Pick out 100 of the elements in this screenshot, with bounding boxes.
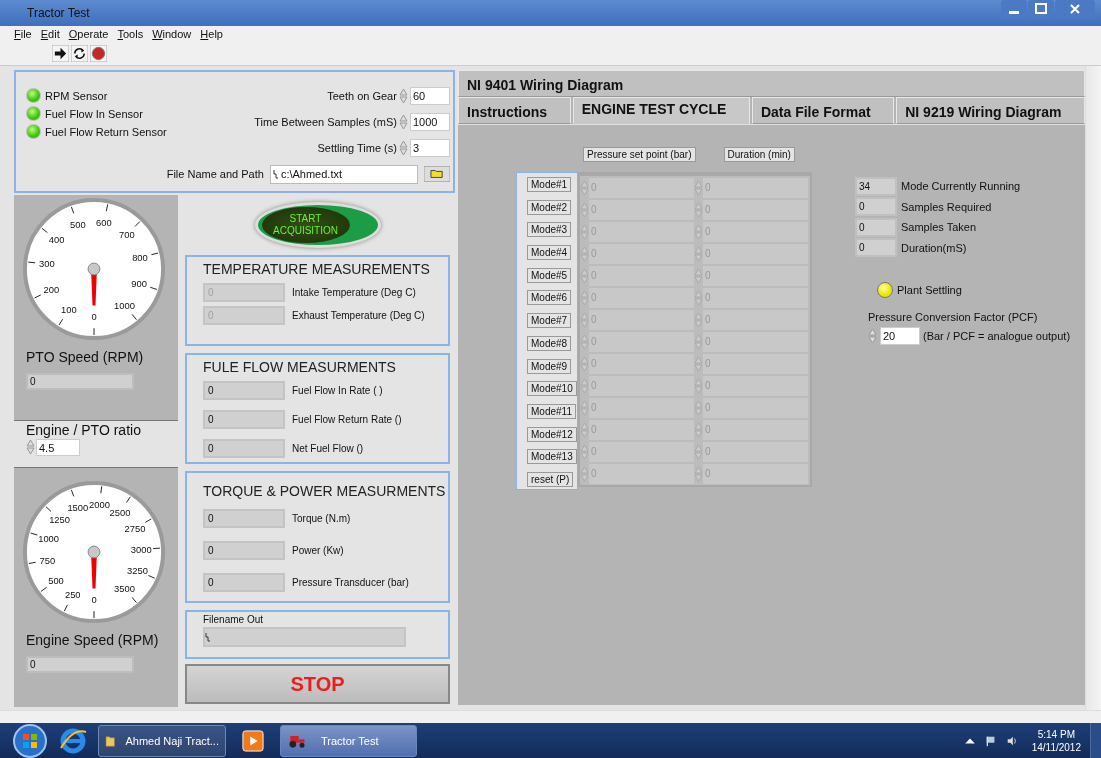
menu-item[interactable]: Help (200, 28, 223, 40)
field-label: Fuel Flow In Rate ( ) (292, 385, 383, 396)
scale-label: 0 (91, 594, 97, 605)
abort-icon[interactable] (90, 45, 107, 62)
menu-item[interactable]: File (14, 28, 32, 40)
path-field[interactable]: c:\Ahmed.txt (269, 164, 418, 184)
tab[interactable]: NI 9401 Wiring Diagram (458, 70, 1085, 97)
tab[interactable]: NI 9219 Wiring Diagram (896, 97, 1086, 124)
scale-label: 3250 (127, 566, 148, 577)
field-label: Filename Out (203, 614, 265, 625)
scale-label: 750 (39, 555, 56, 566)
group-title: TEMPERATURE MEASUREMENTS (203, 261, 431, 277)
field-label: Net Fuel Flow () (292, 443, 364, 454)
tab[interactable]: Data File Format (751, 97, 895, 124)
scale-label: 1000 (114, 300, 135, 311)
media-player-icon[interactable] (242, 730, 264, 752)
field-note: (Bar / PCF = analogue output) (923, 330, 1071, 342)
needle (87, 262, 101, 306)
readout-field: 0 (203, 509, 285, 528)
setting-label: Teeth on Gear (327, 90, 397, 102)
field-label: Samples Required (901, 200, 992, 213)
browser-icon[interactable] (58, 726, 88, 756)
scale-label: 2750 (124, 523, 146, 534)
field-label: Duration(mS) (901, 241, 967, 254)
field-label: Fuel Flow Return Rate () (292, 414, 402, 425)
flag-icon[interactable] (984, 735, 997, 747)
scale-label: 1500 (67, 502, 89, 513)
show-desktop-button[interactable] (1090, 723, 1101, 758)
start-orb-icon[interactable] (12, 723, 48, 758)
scale-label: 100 (61, 304, 77, 315)
field-label: Samples Taken (901, 221, 976, 234)
gauge-title: PTO Speed (RPM) (26, 349, 145, 365)
number-field[interactable]: 20 (880, 327, 920, 345)
clock[interactable]: 5:14 PM 14/11/2012 (1031, 728, 1081, 754)
horizontal-scrollbar[interactable] (0, 710, 1101, 723)
menu-item[interactable]: Tools (117, 28, 144, 40)
field-label: Exhaust Temperature (Deg C) (292, 310, 425, 321)
scale-label: 600 (96, 218, 112, 229)
folder-icon[interactable] (423, 166, 450, 182)
field-label: Pressure Conversion Factor (PCF) (868, 311, 1039, 323)
setting-label: Time Between Samples (mS) (254, 116, 397, 128)
readout-field: 0 (203, 381, 285, 400)
spin-buttons[interactable] (868, 327, 877, 345)
vertical-scrollbar[interactable] (1085, 66, 1101, 710)
field-label: Torque (N.m) (292, 513, 351, 524)
readout-field: 0 (26, 656, 134, 673)
menu-item[interactable]: Window (152, 28, 192, 40)
readout-field: 0 (855, 197, 897, 217)
needle (87, 545, 101, 589)
field-label: Power (Kw) (292, 545, 344, 556)
column-header-button[interactable]: Duration (min) (723, 147, 795, 162)
readout-field: 0 (203, 439, 285, 458)
readout-field: 0 (855, 238, 897, 258)
setting-label: File Name and Path (166, 168, 264, 180)
clock-time: 5:14 PM (1037, 728, 1075, 741)
scale-label: 200 (43, 285, 60, 296)
taskbar-button[interactable]: Ahmed Naji Tract... (98, 725, 226, 757)
group-title: FULE FLOW MEASURMENTS (203, 359, 397, 375)
path-icon (205, 632, 211, 642)
speaker-icon[interactable] (1005, 735, 1018, 747)
taskbar-button[interactable]: Tractor Test (280, 725, 417, 757)
menu-item[interactable]: Operate (68, 28, 109, 40)
sensor-label: Fuel Flow Return Sensor (45, 125, 167, 138)
scale-label: 0 (91, 311, 97, 322)
window-title: Tractor Test (27, 6, 90, 20)
start-acquisition-button[interactable]: START ACQUISITION (254, 202, 381, 248)
readout-field: 34 (855, 176, 897, 196)
readout-field: 0 (855, 217, 897, 237)
field-label: Pressure Transducer (bar) (292, 577, 409, 588)
group-title: TORQUE & POWER MEASURMENTS (203, 483, 447, 499)
readout-field: 0 (203, 573, 285, 592)
tab[interactable]: ENGINE TEST CYCLE (572, 97, 750, 124)
field-label: Mode Currently Running (901, 180, 1021, 193)
scale-label: 3000 (130, 544, 152, 555)
readout-field: 0 (203, 410, 285, 429)
scale-label: 500 (70, 219, 86, 230)
number-field[interactable]: 60 (409, 87, 450, 105)
tab[interactable]: Instructions (458, 97, 571, 124)
scale-label: 1000 (38, 533, 60, 544)
indicator-label: Plant Settling (897, 284, 962, 296)
setting-label: Settling Time (s) (317, 142, 397, 154)
clock-date: 14/11/2012 (1031, 741, 1081, 754)
sensor-label: Fuel Flow In Sensor (45, 107, 143, 120)
number-field[interactable]: 4.5 (36, 438, 80, 456)
scale-label: 500 (48, 575, 64, 586)
number-field[interactable]: 3 (409, 139, 450, 157)
scale-label: 2500 (109, 507, 131, 518)
scale-label: 400 (48, 235, 65, 246)
scale-label: 700 (119, 230, 135, 241)
scale-label: 1250 (49, 514, 70, 525)
readout-field: 0 (26, 373, 134, 390)
column-header-button[interactable]: Pressure set point (bar) (583, 147, 696, 162)
gauge-title: Engine Speed (RPM) (26, 632, 160, 648)
run-continuously-icon[interactable] (71, 45, 88, 62)
sensor-label: RPM Sensor (45, 89, 108, 102)
run-arrow-icon[interactable] (52, 45, 69, 62)
number-field[interactable]: 1000 (409, 113, 450, 131)
menu-item[interactable]: Edit (40, 28, 60, 40)
scale-label: 3500 (114, 583, 135, 594)
scale-label: 2000 (89, 500, 110, 511)
